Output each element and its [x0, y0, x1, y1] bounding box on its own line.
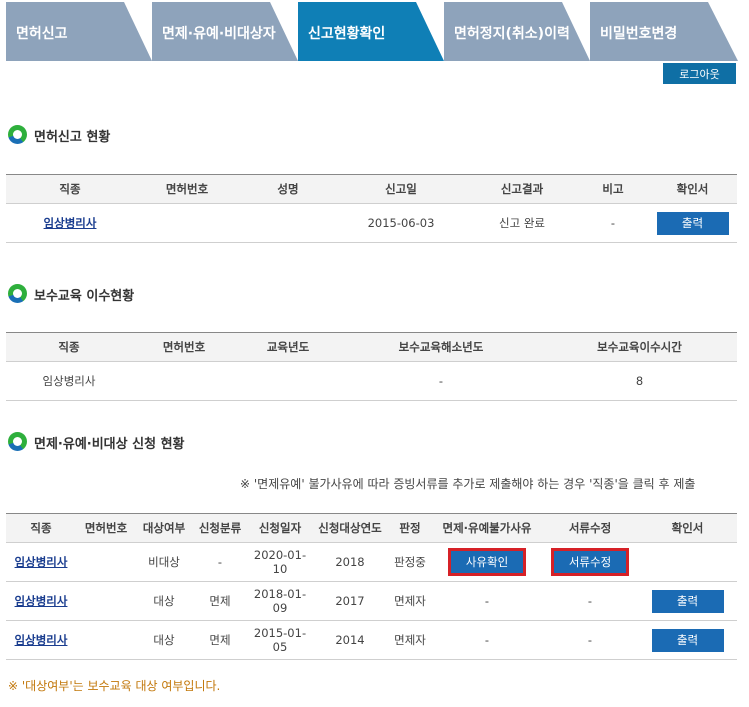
cell-date: 2018-01-09 — [248, 581, 312, 621]
tab-change-password[interactable]: 비밀번호변경 — [590, 2, 738, 61]
cell-date: 2020-01-10 — [248, 542, 312, 582]
col-header: 판정 — [388, 513, 432, 543]
col-header: 면허번호 — [76, 513, 136, 543]
footnote: ※ '대상여부'는 보수교육 대상 여부입니다. — [8, 679, 221, 693]
cell-license-no — [76, 581, 136, 621]
education-table: 직종 면허번호 교육년도 보수교육해소년도 보수교육이수시간 임상병리사 - 8 — [6, 332, 737, 401]
cell-category: 면제 — [192, 620, 248, 660]
cell-job: 임상병리사 — [6, 203, 134, 243]
exemption-notice: ※ '면제유예' 불가사유에 따라 증빙서류를 추가로 제출해야 하는 경우 '… — [240, 477, 696, 491]
ring-bullet-icon — [8, 284, 27, 303]
table-header-row: 직종 면허번호 대상여부 신청분류 신청일자 신청대상연도 판정 면제·유예불가… — [6, 513, 737, 543]
print-button[interactable]: 출력 — [656, 211, 729, 235]
print-button[interactable]: 출력 — [651, 628, 724, 652]
job-link[interactable]: 임상병리사 — [15, 594, 68, 608]
col-header: 직종 — [6, 332, 132, 362]
cell-target: 대상 — [136, 581, 192, 621]
table-row: 임상병리사 - 8 — [6, 361, 737, 401]
cell-docs: - — [542, 620, 638, 660]
cell-license-no — [132, 361, 236, 401]
col-header: 신고일 — [336, 174, 466, 204]
cell-verdict: 면제자 — [388, 620, 432, 660]
cell-license-no — [76, 620, 136, 660]
cell-category: 면제 — [192, 581, 248, 621]
cell-docs: 서류수정 — [542, 542, 638, 582]
print-button[interactable]: 출력 — [651, 589, 724, 613]
job-link[interactable]: 임상병리사 — [15, 555, 68, 569]
ring-bullet-icon — [8, 432, 27, 451]
cell-year: 2017 — [312, 581, 388, 621]
col-header: 성명 — [240, 174, 336, 204]
col-header: 직종 — [6, 174, 134, 204]
license-table: 직종 면허번호 성명 신고일 신고결과 비고 확인서 임상병리사 2015-06… — [6, 174, 737, 243]
cell-job: 임상병리사 — [6, 542, 76, 582]
cell-result: 신고 완료 — [466, 203, 578, 243]
cell-date: 2015-06-03 — [336, 203, 466, 243]
job-link[interactable]: 임상병리사 — [15, 633, 68, 647]
table-row: 임상병리사 비대상 - 2020-01-10 2018 판정중 사유확인 서류수… — [6, 542, 737, 582]
col-header: 확인서 — [648, 174, 737, 204]
cell-cert: 출력 — [638, 581, 737, 621]
cell-reason: 사유확인 — [432, 542, 542, 582]
col-header: 면제·유예불가사유 — [432, 513, 542, 543]
ring-bullet-icon — [8, 125, 27, 144]
col-header: 비고 — [578, 174, 648, 204]
cell-cert — [638, 542, 737, 582]
cell-date: 2015-01-05 — [248, 620, 312, 660]
cell-target: 대상 — [136, 620, 192, 660]
job-link[interactable]: 임상병리사 — [44, 216, 97, 230]
cell-reason: - — [432, 620, 542, 660]
cell-year: 2018 — [312, 542, 388, 582]
col-header: 신고결과 — [466, 174, 578, 204]
logout-button[interactable]: 로그아웃 — [663, 63, 736, 84]
col-header: 면허번호 — [134, 174, 240, 204]
table-row: 임상병리사 대상 면제 2015-01-05 2014 면제자 - - 출력 — [6, 620, 737, 660]
cell-note: - — [578, 203, 648, 243]
table-header-row: 직종 면허번호 성명 신고일 신고결과 비고 확인서 — [6, 174, 737, 204]
cell-resolved: - — [340, 361, 542, 401]
cell-verdict: 판정중 — [388, 542, 432, 582]
tab-report-status[interactable]: 신고현황확인 — [298, 2, 444, 61]
col-header: 확인서 — [638, 513, 737, 543]
table-header-row: 직종 면허번호 교육년도 보수교육해소년도 보수교육이수시간 — [6, 332, 737, 362]
cell-action: 출력 — [648, 203, 737, 243]
cell-hours: 8 — [542, 361, 737, 401]
tab-suspension-history[interactable]: 면허정지(취소)이력 — [444, 2, 590, 61]
col-header: 보수교육이수시간 — [542, 332, 737, 362]
cell-target: 비대상 — [136, 542, 192, 582]
cell-job: 임상병리사 — [6, 581, 76, 621]
tab-license-report[interactable]: 면허신고 — [6, 2, 152, 61]
cell-license-no — [76, 542, 136, 582]
cell-year — [236, 361, 340, 401]
col-header: 신청일자 — [248, 513, 312, 543]
highlight-box: 서류수정 — [551, 548, 629, 576]
cell-docs: - — [542, 581, 638, 621]
cell-cert: 출력 — [638, 620, 737, 660]
col-header: 면허번호 — [132, 332, 236, 362]
cell-verdict: 면제자 — [388, 581, 432, 621]
cell-category: - — [192, 542, 248, 582]
tab-exemption[interactable]: 면제·유예·비대상자 — [152, 2, 298, 61]
col-header: 직종 — [6, 513, 76, 543]
cell-license-no — [134, 203, 240, 243]
col-header: 보수교육해소년도 — [340, 332, 542, 362]
table-row: 임상병리사 대상 면제 2018-01-09 2017 면제자 - - 출력 — [6, 581, 737, 621]
cell-job: 임상병리사 — [6, 361, 132, 401]
cell-year: 2014 — [312, 620, 388, 660]
cell-job: 임상병리사 — [6, 620, 76, 660]
table-row: 임상병리사 2015-06-03 신고 완료 - 출력 — [6, 203, 737, 243]
col-header: 대상여부 — [136, 513, 192, 543]
col-header: 신청분류 — [192, 513, 248, 543]
highlight-box: 사유확인 — [448, 548, 526, 576]
cell-reason: - — [432, 581, 542, 621]
col-header: 서류수정 — [542, 513, 638, 543]
col-header: 신청대상연도 — [312, 513, 388, 543]
exemption-table: 직종 면허번호 대상여부 신청분류 신청일자 신청대상연도 판정 면제·유예불가… — [6, 513, 737, 660]
col-header: 교육년도 — [236, 332, 340, 362]
reason-check-button[interactable]: 사유확인 — [451, 551, 523, 573]
top-tab-bar: 면허신고 면제·유예·비대상자 신고현황확인 면허정지(취소)이력 비밀번호변경 — [6, 2, 738, 61]
cell-name — [240, 203, 336, 243]
edit-documents-button[interactable]: 서류수정 — [554, 551, 626, 573]
